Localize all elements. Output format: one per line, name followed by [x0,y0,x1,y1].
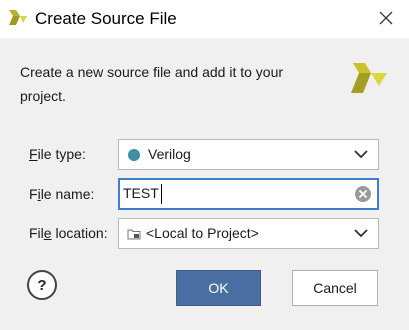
create-source-file-dialog: Create Source File Create a new source f… [0,0,409,330]
folder-icon [127,229,141,240]
dialog-description: Create a new source file and add it to y… [20,64,284,104]
text-cursor [161,184,162,204]
close-icon [379,11,393,25]
clear-icon[interactable] [354,185,372,203]
file-name-value: TEST [123,185,159,201]
close-button[interactable] [370,4,402,32]
file-location-label: File location: [29,225,108,241]
file-name-label: File name: [29,186,95,202]
file-location-select[interactable]: <Local to Project> [118,218,379,249]
title-bar: Create Source File [0,0,409,38]
cancel-button[interactable]: Cancel [292,270,378,306]
help-icon: ? [37,276,47,294]
file-name-input[interactable]: TEST [118,178,379,210]
file-type-value: Verilog [148,146,191,162]
dialog-title: Create Source File [35,9,177,28]
ok-button[interactable]: OK [176,270,261,306]
app-logo-icon [9,10,27,25]
file-type-label: File type: [29,146,86,162]
chevron-down-icon [354,150,368,159]
chevron-down-icon [354,229,368,238]
file-type-select[interactable]: Verilog [118,139,379,170]
help-button[interactable]: ? [27,270,57,300]
verilog-dot-icon [128,149,140,161]
file-location-value: <Local to Project> [146,225,259,241]
vivado-logo-icon [351,63,387,93]
